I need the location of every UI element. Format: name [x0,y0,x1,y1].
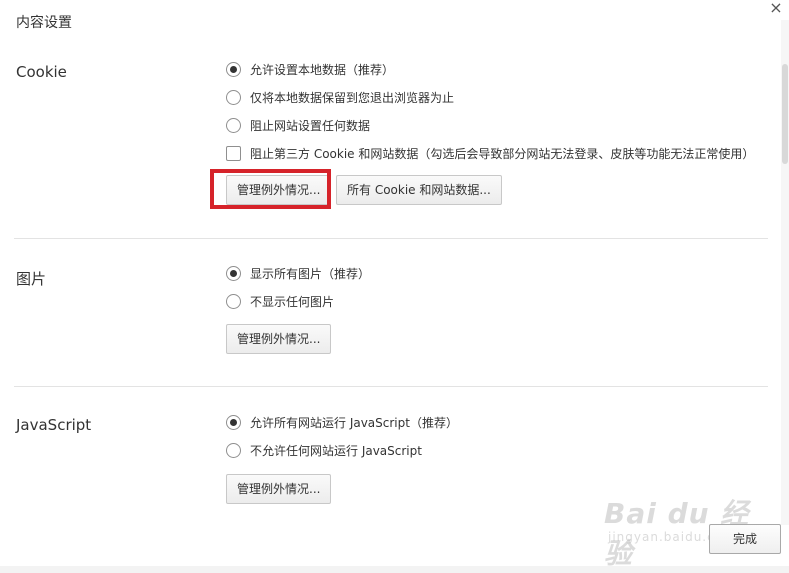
dialog-title: 内容设置 [16,15,72,31]
javascript-allow-all-radio[interactable]: 允许所有网站运行 JavaScript（推荐） [226,414,458,432]
cookie-allow-local-data-radio[interactable]: 允许设置本地数据（推荐） [226,61,394,79]
section-divider [14,386,768,387]
images-manage-exceptions-button[interactable]: 管理例外情况... [226,324,332,354]
radio-unchecked-icon [226,118,241,133]
cookie-keep-until-exit-radio[interactable]: 仅将本地数据保留到您退出浏览器为止 [226,89,454,107]
done-button[interactable]: 完成 [709,524,781,554]
radio-unchecked-icon [226,294,241,309]
radio-unchecked-icon [226,90,241,105]
footer-strip [0,566,789,573]
cookie-block-third-party-checkbox[interactable]: 阻止第三方 Cookie 和网站数据（勾选后会导致部分网站无法登录、皮肤等功能无… [226,145,754,163]
section-divider [14,238,768,239]
option-label: 显示所有图片（推荐） [250,267,371,281]
option-label: 阻止第三方 Cookie 和网站数据（勾选后会导致部分网站无法登录、皮肤等功能无… [250,147,755,161]
close-icon[interactable]: × [767,0,785,18]
cookie-section-label: Cookie [16,63,67,81]
images-show-none-radio[interactable]: 不显示任何图片 [226,293,334,311]
radio-checked-icon [226,62,241,77]
javascript-manage-exceptions-button[interactable]: 管理例外情况... [226,474,332,504]
scrollbar[interactable] [781,20,789,525]
option-label: 允许所有网站运行 JavaScript（推荐） [250,416,458,430]
all-cookies-and-site-data-button[interactable]: 所有 Cookie 和网站数据... [336,175,502,205]
option-label: 允许设置本地数据（推荐） [250,63,395,77]
radio-unchecked-icon [226,443,241,458]
scrollbar-thumb[interactable] [782,64,788,164]
checkbox-unchecked-icon [226,146,241,161]
javascript-block-all-radio[interactable]: 不允许任何网站运行 JavaScript [226,442,422,460]
option-label: 阻止网站设置任何数据 [250,119,371,133]
images-section-label: 图片 [16,270,47,288]
radio-checked-icon [226,415,241,430]
content-settings-dialog: 内容设置 × Cookie 允许设置本地数据（推荐） 仅将本地数据保留到您退出浏… [0,0,789,573]
option-label: 仅将本地数据保留到您退出浏览器为止 [250,91,455,105]
red-highlight-annotation [210,169,331,209]
option-label: 不显示任何图片 [250,295,335,309]
option-label: 不允许任何网站运行 JavaScript [250,444,422,458]
cookie-block-all-radio[interactable]: 阻止网站设置任何数据 [226,117,370,135]
javascript-section-label: JavaScript [16,416,92,434]
images-show-all-radio[interactable]: 显示所有图片（推荐） [226,265,370,283]
radio-checked-icon [226,266,241,281]
